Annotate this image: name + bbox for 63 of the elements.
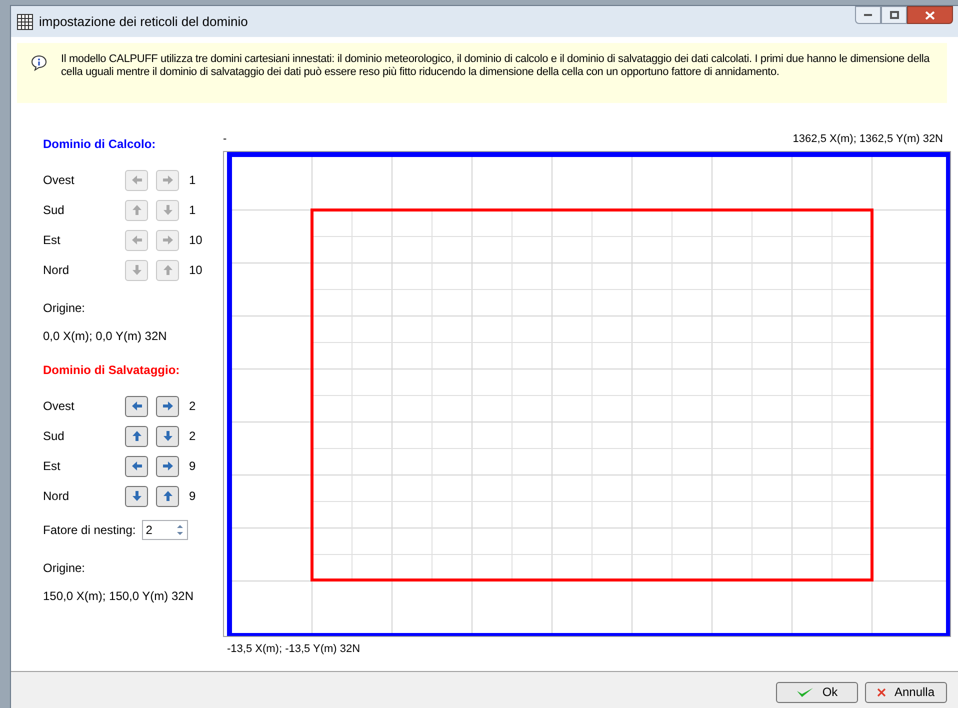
direction-label: Sud	[43, 202, 66, 219]
grid-icon	[17, 14, 33, 30]
minimize-button[interactable]	[855, 6, 881, 24]
arrow-button[interactable]	[125, 426, 148, 446]
arrow-button[interactable]	[156, 426, 179, 446]
step-value: 1	[189, 172, 196, 189]
arrow-icon	[162, 400, 174, 412]
nesting-label: Fatore di nesting:	[43, 522, 136, 539]
direction-label: Ovest	[43, 398, 76, 415]
step-value: 10	[189, 232, 202, 249]
info-icon	[31, 55, 47, 71]
maximize-button[interactable]	[881, 6, 907, 24]
arrow-icon	[162, 490, 174, 502]
arrow-icon	[130, 174, 142, 186]
step-value: 2	[189, 428, 196, 445]
arrow-icon	[162, 204, 174, 216]
window-title: impostazione dei reticoli del dominio	[39, 12, 248, 31]
arrow-icon	[130, 460, 142, 472]
arrow-icon	[130, 430, 142, 442]
checkmark-icon	[796, 686, 814, 698]
arrow-icon	[130, 264, 142, 276]
origin-value: 0,0 X(m); 0,0 Y(m) 32N	[43, 328, 168, 345]
arrow-icon	[162, 234, 174, 246]
cancel-button[interactable]: Annulla	[865, 682, 947, 702]
step-value: 9	[189, 458, 196, 475]
arrow-button[interactable]	[156, 456, 179, 476]
arrow-icon	[162, 460, 174, 472]
map-corner-label: 1362,5 X(m); 1362,5 Y(m) 32N	[792, 132, 943, 147]
direction-label: Est	[43, 458, 62, 475]
origin-label: Origine:	[43, 300, 86, 317]
direction-label: Sud	[43, 428, 66, 445]
direction-label: Ovest	[43, 172, 76, 189]
map-corner-label: -13,5 X(m); -13,5 Y(m) 32N	[227, 642, 362, 657]
arrow-button[interactable]	[125, 456, 148, 476]
origin-label: Origine:	[43, 560, 86, 577]
close-icon	[925, 10, 935, 20]
arrow-button[interactable]	[125, 396, 148, 416]
arrow-icon	[130, 204, 142, 216]
direction-label: Est	[43, 232, 62, 249]
direction-label: Nord	[43, 262, 70, 279]
arrow-icon	[162, 264, 174, 276]
info-text: Il modello CALPUFF utilizza tre domini cartesiani innestati: il dominio meteorologico, il dominio di calcolo e il dominio di salvataggio dei dati calcolati. I primi due hanno le dimensione della cella uguali mentre il dominio di salvataggio dei dati può essere reso più fitto riducendo la dimensione della cella con un opportuno fattore di annidamento.	[61, 53, 931, 79]
arrow-icon	[130, 490, 142, 502]
step-value: 2	[189, 398, 196, 415]
nesting-spinner[interactable]: 2	[142, 520, 188, 540]
step-value: 1	[189, 202, 196, 219]
arrow-icon	[162, 430, 174, 442]
close-button[interactable]	[907, 6, 953, 24]
step-value: 9	[189, 488, 196, 505]
section-title: Dominio di Salvataggio:	[43, 362, 181, 379]
arrow-button[interactable]	[156, 396, 179, 416]
direction-label: Nord	[43, 488, 70, 505]
arrow-button[interactable]	[156, 486, 179, 506]
ok-button[interactable]: Ok	[776, 682, 858, 702]
arrow-button[interactable]	[125, 486, 148, 506]
origin-value: 150,0 X(m); 150,0 Y(m) 32N	[43, 588, 195, 605]
arrow-icon	[130, 400, 142, 412]
section-title: Dominio di Calcolo:	[43, 136, 157, 153]
close-icon	[877, 688, 886, 696]
arrow-icon	[130, 234, 142, 246]
map-corner-label: -	[223, 132, 227, 147]
arrow-icon	[162, 174, 174, 186]
step-value: 10	[189, 262, 202, 279]
